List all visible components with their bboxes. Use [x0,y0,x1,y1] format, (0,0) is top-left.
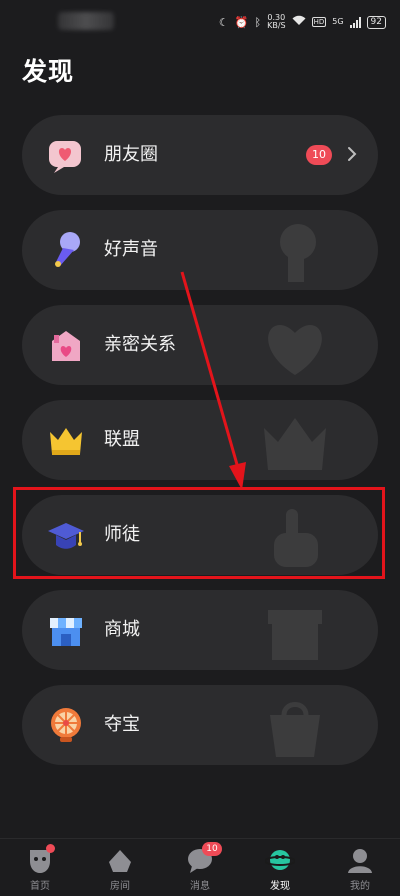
room-icon [109,850,131,872]
tab-label: 首页 [30,881,50,892]
crown-watermark-icon [264,418,326,470]
pointer-hand-watermark-icon [274,509,318,567]
alarm-icon: ⏰ [234,15,249,29]
menu-item-label: 好声音 [104,239,158,260]
tab-discover[interactable]: 发现 [240,839,320,896]
signal-bars-icon [349,16,361,28]
tab-room[interactable]: 房间 [80,839,160,896]
signal-label: 5G [332,17,344,26]
menu-item-label: 夺宝 [104,714,140,735]
microphone-icon [55,232,80,267]
menu-item-label: 朋友圈 [104,144,158,165]
relationship-icon [52,331,80,361]
menu-item-relationship[interactable]: 亲密关系 [22,305,378,385]
heart-watermark-icon [268,325,322,375]
menu-item-label: 联盟 [104,429,140,450]
graduation-cap-icon [48,523,84,549]
menu-item-moments[interactable]: 朋友圈 10 [22,115,378,195]
messages-badge: 10 [202,842,222,856]
bluetooth-icon: ᛒ [254,15,262,29]
menu-item-treasure[interactable]: 夺宝 [22,685,378,765]
network-speed: 0.30 KB/S [267,14,286,30]
moments-icon [49,141,81,173]
bottom-tab-bar: 首页 房间 10 消息 发现 我的 [0,838,400,896]
tab-label: 我的 [350,881,370,892]
status-time-blurred [58,12,114,30]
shop-watermark-icon [268,610,322,660]
lucky-wheel-icon [51,708,81,742]
hd-indicator: HD [311,17,327,27]
menu-item-good-voice[interactable]: 好声音 [22,210,378,290]
tab-home[interactable]: 首页 [0,839,80,896]
tab-messages[interactable]: 10 消息 [160,839,240,896]
page-title: 发现 [22,57,75,86]
discover-planet-icon [265,850,295,870]
menu-item-label: 师徒 [104,524,140,545]
status-bar: ☾ ⏰ ᛒ 0.30 KB/S HD 5G 92 [0,0,400,44]
tab-label: 房间 [110,881,130,892]
menu-item-mentorship[interactable]: 师徒 [22,495,378,575]
wifi-icon [292,15,306,29]
menu-item-label: 亲密关系 [104,334,176,355]
microphone-watermark-icon [280,224,316,282]
menu-item-store[interactable]: 商城 [22,590,378,670]
battery-icon: 92 [366,15,386,29]
menu-item-alliance[interactable]: 联盟 [22,400,378,480]
crown-icon [50,428,82,455]
shop-icon [50,618,82,646]
notification-badge: 10 [306,145,332,165]
tab-label: 发现 [270,881,290,892]
network-speed-unit: KB/S [267,21,286,30]
gift-bag-watermark-icon [270,702,320,757]
chevron-right-icon [348,147,357,161]
tab-label: 消息 [190,881,210,892]
profile-icon [348,849,372,873]
tab-profile[interactable]: 我的 [320,839,400,896]
menu-item-label: 商城 [104,619,140,640]
home-notification-dot [46,844,55,853]
moon-icon: ☾ [218,15,229,29]
